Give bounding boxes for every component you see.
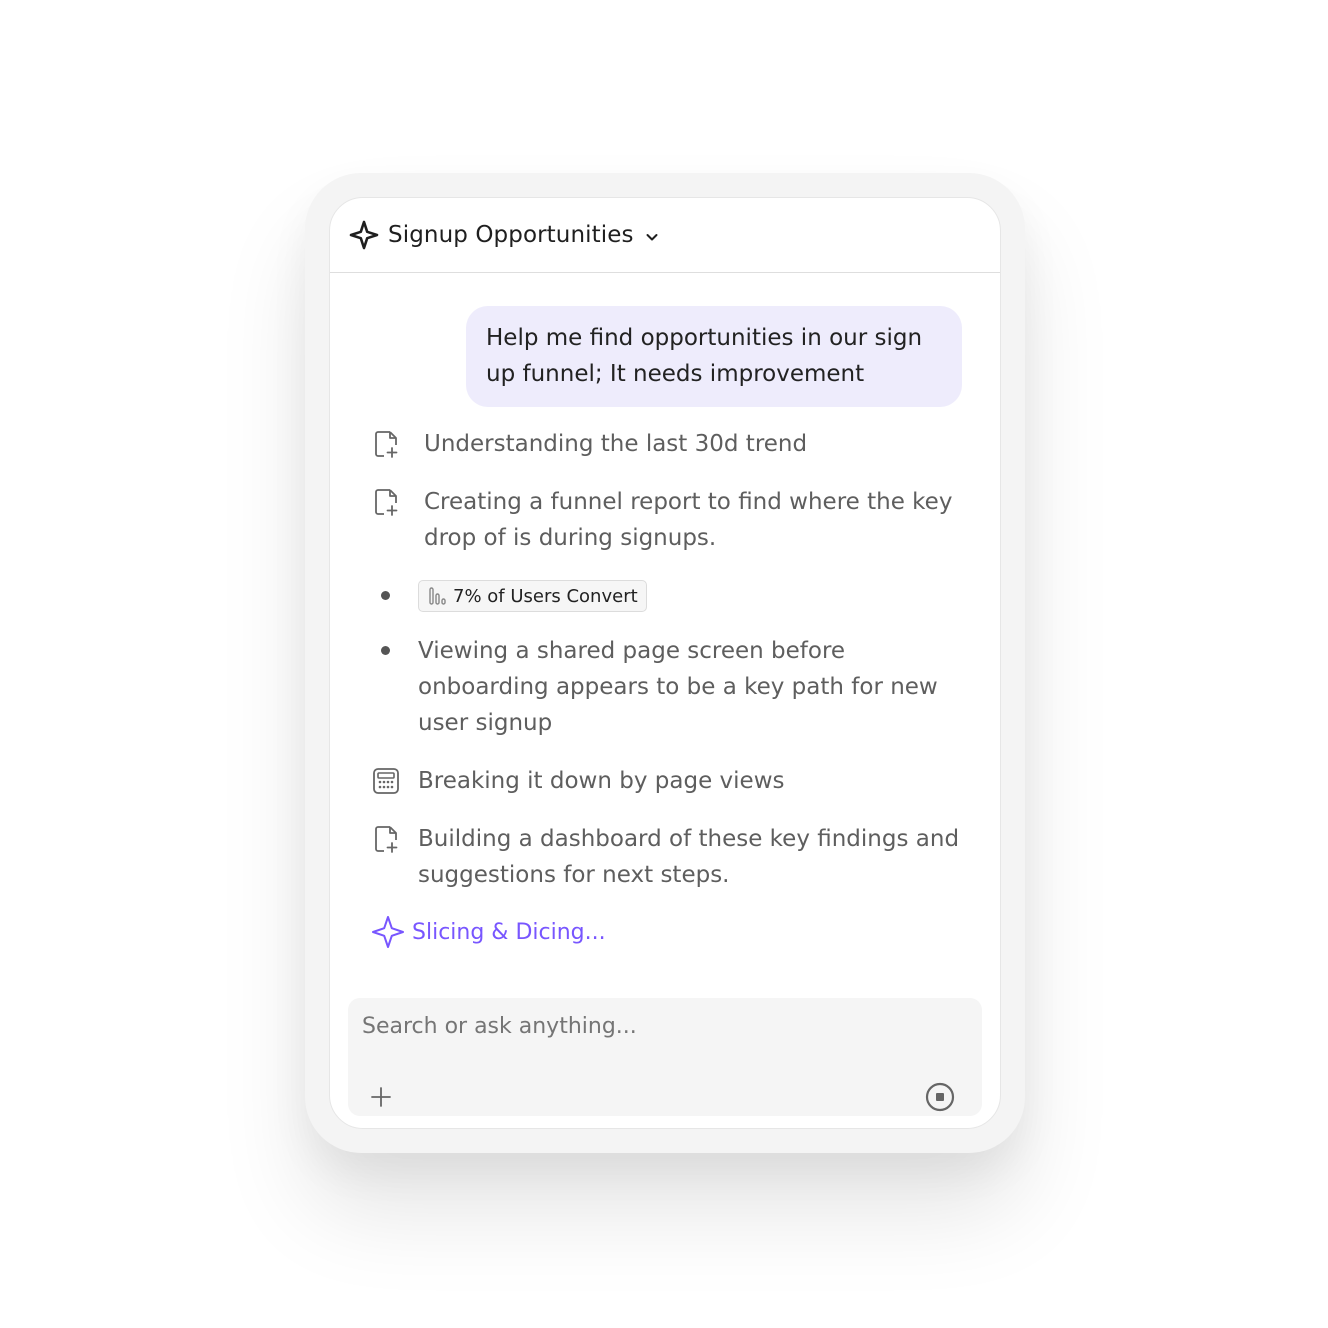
conversation-title[interactable]: Signup Opportunities — [388, 222, 634, 248]
file-plus-icon — [375, 826, 398, 853]
bar-chart-icon — [429, 587, 446, 605]
step-item: Understanding the last 30d trend — [370, 426, 807, 462]
stage: Signup Opportunities Help me find opport… — [0, 0, 1328, 1328]
step-text: Viewing a shared page screen before onbo… — [418, 638, 938, 736]
calculator-icon — [373, 768, 399, 794]
file-plus-icon — [375, 489, 398, 516]
plus-icon[interactable] — [368, 1084, 394, 1110]
chevron-down-icon[interactable] — [644, 229, 660, 245]
bullet-dot — [381, 591, 390, 600]
file-plus-icon — [375, 431, 398, 458]
step-item: Building a dashboard of these key findin… — [370, 821, 970, 893]
insight-chip[interactable]: 7% of Users Convert — [418, 580, 647, 612]
step-item: Viewing a shared page screen before onbo… — [418, 633, 958, 741]
step-text: Creating a funnel report to find where t… — [424, 489, 953, 551]
bullet-dot — [381, 646, 390, 655]
search-input[interactable] — [362, 1014, 962, 1039]
composer — [348, 998, 982, 1116]
sparkle-icon — [349, 220, 379, 250]
chip-label: 7% of Users Convert — [453, 585, 638, 607]
step-item: Creating a funnel report to find where t… — [370, 484, 970, 556]
step-text: Understanding the last 30d trend — [424, 431, 808, 457]
stop-circle-icon[interactable] — [924, 1081, 956, 1113]
sparkle-icon — [372, 916, 404, 948]
step-text: Building a dashboard of these key findin… — [418, 826, 960, 888]
status-text: Slicing & Dicing... — [412, 919, 606, 945]
panel-header: Signup Opportunities — [330, 198, 1000, 273]
user-message-bubble: Help me find opportunities in our sign u… — [466, 306, 962, 407]
assistant-panel: Signup Opportunities Help me find opport… — [329, 197, 1001, 1129]
status-indicator: Slicing & Dicing... — [370, 914, 606, 950]
step-item: Breaking it down by page views — [370, 763, 784, 799]
step-text: Breaking it down by page views — [418, 768, 785, 794]
